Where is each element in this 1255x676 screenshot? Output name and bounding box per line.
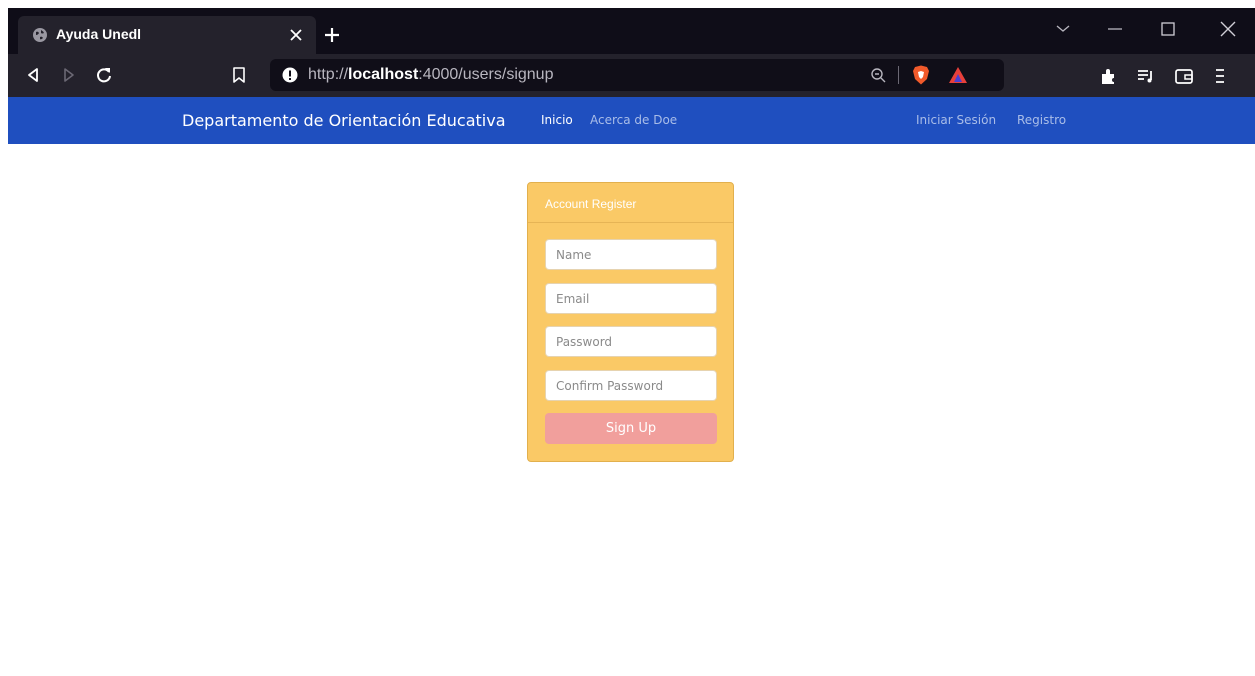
- close-tab-icon[interactable]: [289, 28, 303, 42]
- browser-tab[interactable]: Ayuda Unedl: [18, 16, 316, 54]
- new-tab-icon[interactable]: [323, 26, 341, 44]
- sign-up-button[interactable]: Sign Up: [545, 413, 717, 444]
- reload-icon[interactable]: [93, 64, 115, 86]
- nav-link-iniciar-sesion[interactable]: Iniciar Sesión: [916, 113, 996, 127]
- playlist-icon[interactable]: [1135, 65, 1157, 87]
- maximize-icon[interactable]: [1153, 16, 1183, 42]
- tab-title: Ayuda Unedl: [56, 26, 142, 42]
- brave-rewards-icon[interactable]: [948, 66, 968, 84]
- menu-icon[interactable]: [1209, 65, 1231, 87]
- extensions-icon[interactable]: [1098, 65, 1120, 87]
- browser-toolbar: http://localhost:4000/users/signup: [8, 54, 1255, 97]
- address-bar[interactable]: http://localhost:4000/users/signup: [270, 59, 1004, 91]
- chevron-down-icon[interactable]: [1048, 16, 1078, 42]
- close-window-icon[interactable]: [1213, 16, 1243, 42]
- zoom-icon[interactable]: [870, 67, 886, 83]
- window-top-edge: [0, 0, 1255, 8]
- nav-link-inicio[interactable]: Inicio: [541, 113, 573, 127]
- info-icon[interactable]: [282, 67, 298, 83]
- wallet-icon[interactable]: [1173, 65, 1195, 87]
- name-input[interactable]: [545, 239, 717, 270]
- back-icon[interactable]: [22, 64, 44, 86]
- browser-tab-strip: Ayuda Unedl: [8, 8, 1255, 54]
- confirm-password-input[interactable]: [545, 370, 717, 401]
- url-scheme: http://: [308, 66, 349, 83]
- url-host: localhost: [348, 66, 419, 83]
- forward-icon[interactable]: [58, 64, 80, 86]
- minimize-icon[interactable]: [1100, 16, 1130, 42]
- password-input[interactable]: [545, 326, 717, 357]
- url-path: :4000/users/signup: [418, 66, 554, 83]
- email-input[interactable]: [545, 283, 717, 314]
- card-header: Account Register: [528, 183, 733, 223]
- register-card: Account Register Sign Up: [527, 182, 734, 462]
- nav-link-registro[interactable]: Registro: [1017, 113, 1066, 127]
- navbar-brand[interactable]: Departamento de Orientación Educativa: [182, 111, 506, 130]
- globe-icon: [33, 28, 47, 42]
- site-navbar: Departamento de Orientación Educativa In…: [8, 97, 1255, 144]
- url-text[interactable]: http://localhost:4000/users/signup: [308, 66, 553, 84]
- brave-shield-icon[interactable]: [912, 65, 930, 85]
- nav-link-acerca[interactable]: Acerca de Doe: [590, 113, 677, 127]
- bookmark-icon[interactable]: [228, 64, 250, 86]
- url-divider: [898, 66, 899, 84]
